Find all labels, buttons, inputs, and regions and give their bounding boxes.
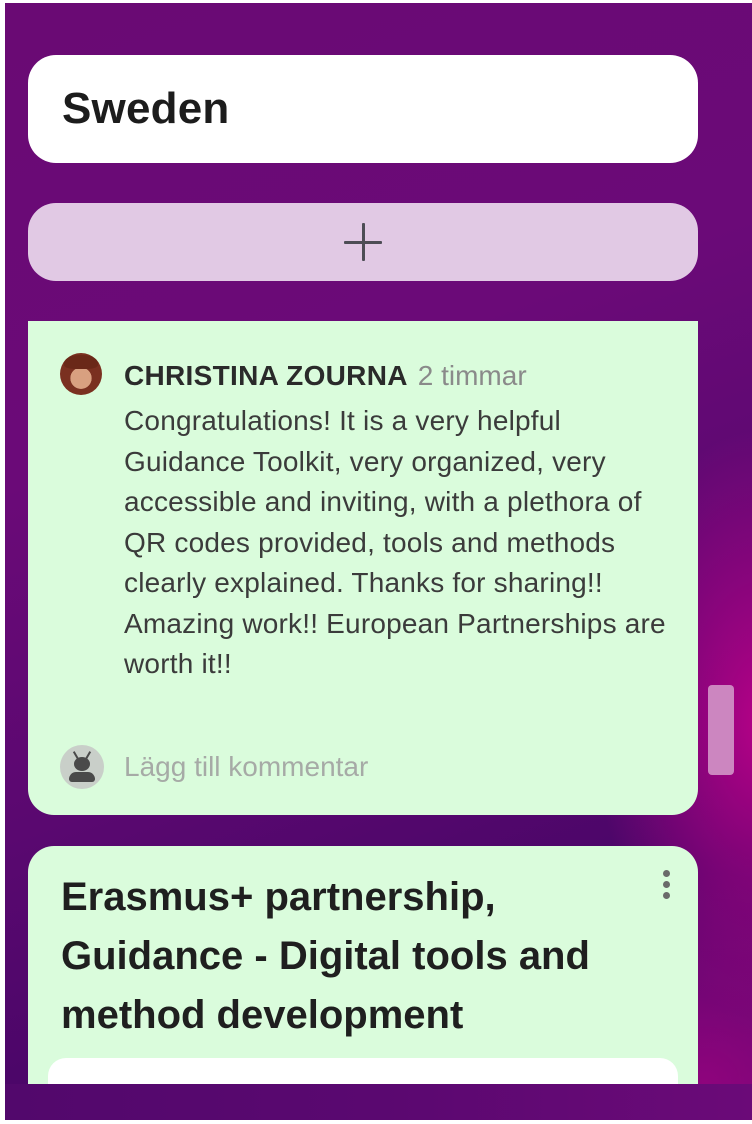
plus-icon [344,223,382,261]
post-card[interactable]: Erasmus+ partnership, Guidance - Digital… [28,846,698,1120]
more-options-icon[interactable] [656,868,676,904]
post-meta: CHRISTINA ZOURNA 2 timmar [124,359,527,393]
author-avatar [60,353,102,395]
add-post-button[interactable] [28,203,698,281]
post-author: CHRISTINA ZOURNA [124,360,408,391]
column-header[interactable]: Sweden [28,55,698,163]
post-body: Congratulations! It is a very helpful Gu… [124,405,666,679]
scrollbar-thumb[interactable] [708,685,734,775]
post-timestamp: 2 timmar [417,360,527,391]
add-comment-input[interactable]: Lägg till kommentar [124,749,368,785]
post-title: Erasmus+ partnership, Guidance - Digital… [61,875,590,1037]
board-column: Sweden CHRISTINA ZOURNA 2 timmar Congratu… [5,3,752,1120]
post-card[interactable]: CHRISTINA ZOURNA 2 timmar Congratulations… [28,321,698,815]
board-background-strip [5,1084,752,1120]
column-title[interactable]: Sweden [62,84,229,134]
user-avatar-icon [60,745,104,789]
